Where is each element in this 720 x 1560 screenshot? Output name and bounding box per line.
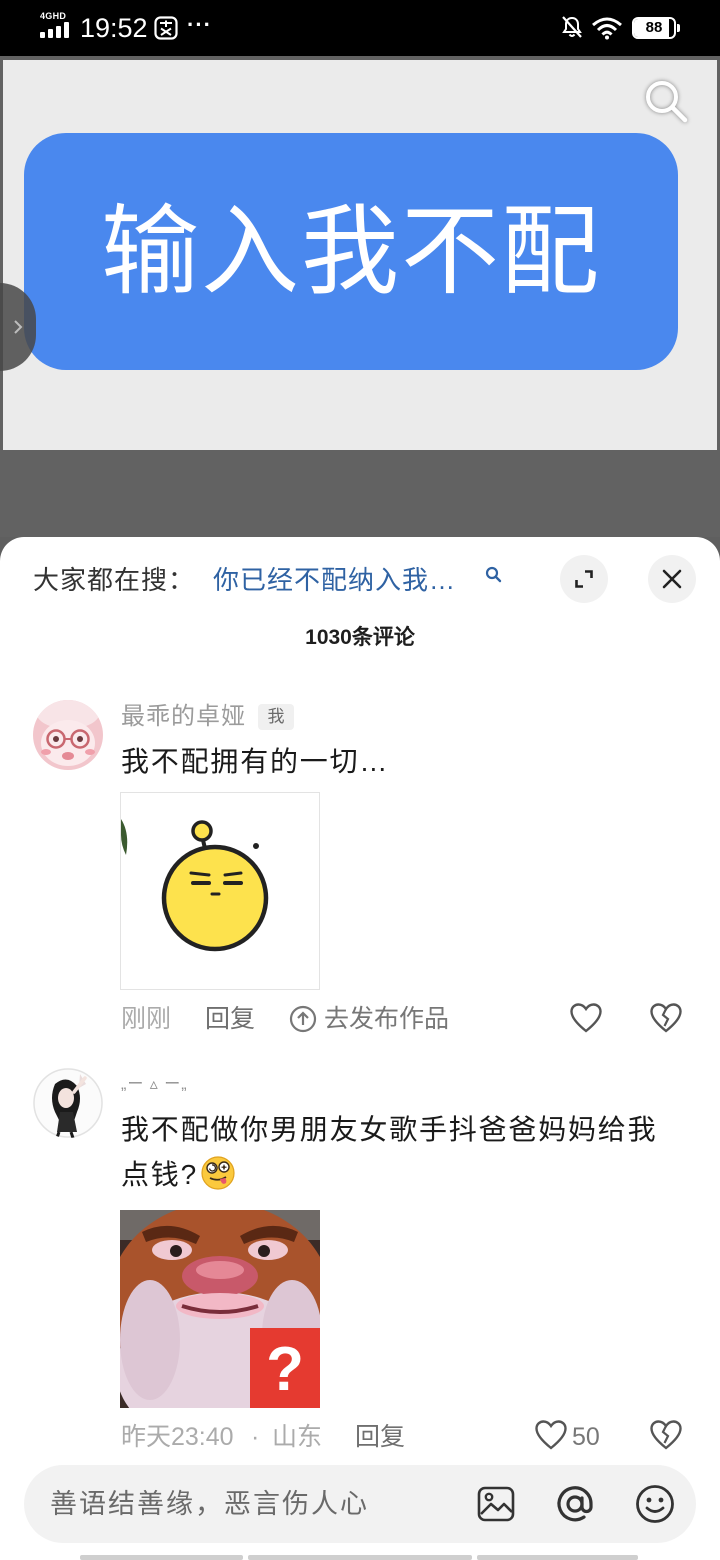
- upload-circle-icon[interactable]: [289, 1005, 317, 1033]
- meta-separator: ·: [251, 1423, 260, 1451]
- yellow-blob-emoji-icon: [121, 793, 319, 989]
- at-icon[interactable]: [555, 1484, 595, 1524]
- comment-sticker[interactable]: ?: [120, 1210, 320, 1408]
- page-indicator-segment: [248, 1555, 472, 1560]
- publish-work-button[interactable]: 去发布作品: [324, 1003, 449, 1035]
- wifi-icon: [592, 17, 622, 40]
- avatar-image: [33, 700, 103, 770]
- comment-location: 山东: [272, 1423, 323, 1451]
- video-caption-card: 输入我不配: [24, 133, 678, 370]
- expand-button[interactable]: [560, 555, 608, 603]
- smile-icon[interactable]: [635, 1484, 675, 1524]
- self-badge: 我: [258, 704, 294, 730]
- battery-indicator: 88: [632, 17, 676, 39]
- broken-heart-icon[interactable]: [649, 1419, 683, 1451]
- comment-time: 昨天23:40: [121, 1423, 234, 1451]
- trending-search-query[interactable]: 你已经不配纳入我…: [213, 565, 456, 595]
- image-icon[interactable]: [477, 1486, 515, 1522]
- broken-heart-icon[interactable]: [649, 1002, 683, 1034]
- comment-time: 刚刚: [121, 1005, 172, 1033]
- comment-author[interactable]: „ー ▵ ー„: [121, 1075, 188, 1095]
- comments-panel: 大家都在搜： 你已经不配纳入我… 1030条评论 最乖的卓娅 我 我不配拥有的一…: [0, 537, 720, 1560]
- trending-search-label: 大家都在搜：: [33, 565, 196, 595]
- heart-icon[interactable]: [569, 1002, 603, 1034]
- more-notifications: ···: [187, 12, 212, 37]
- like-count: 50: [572, 1423, 600, 1451]
- clock: 19:52: [80, 13, 148, 43]
- avatar[interactable]: [33, 1068, 103, 1138]
- avatar[interactable]: [33, 700, 103, 770]
- search-icon[interactable]: [643, 78, 689, 124]
- small-search-icon[interactable]: [485, 566, 502, 583]
- expand-icon: [575, 570, 593, 588]
- battery-percent: 88: [645, 19, 663, 36]
- close-button[interactable]: [648, 555, 696, 603]
- chevron-right-icon[interactable]: [12, 319, 24, 335]
- page-indicator-segment: [477, 1555, 638, 1560]
- bear-face-sticker: ?: [120, 1210, 320, 1408]
- app-notification-icon: [154, 16, 178, 40]
- close-icon: [662, 569, 682, 589]
- silly-face-emoji-icon: [201, 1156, 235, 1190]
- status-bar: 4GHD 19:52 ··· 88: [0, 0, 720, 56]
- comment-author[interactable]: 最乖的卓娅: [121, 703, 246, 731]
- video-player[interactable]: 输入我不配: [0, 56, 720, 537]
- network-type: 4GHD: [40, 11, 67, 21]
- video-frame: 输入我不配: [3, 60, 717, 450]
- comment-text-container: 我不配做你男朋友女歌手抖爸爸妈妈给我点钱?: [121, 1107, 671, 1197]
- avatar-image: [33, 1068, 103, 1138]
- comment-input[interactable]: [50, 1465, 470, 1543]
- comment-count: 1030条评论: [305, 626, 415, 649]
- sticker-question-mark: ?: [266, 1335, 304, 1404]
- reply-button[interactable]: 回复: [205, 1003, 255, 1035]
- video-caption-text: 输入我不配: [100, 196, 601, 306]
- comment-text: 我不配拥有的一切…: [121, 746, 390, 777]
- bell-muted-icon: [562, 16, 582, 38]
- battery-nub-icon: [677, 24, 680, 32]
- comment-input-bar: [24, 1465, 696, 1543]
- heart-icon[interactable]: [534, 1419, 568, 1451]
- reply-button[interactable]: 回复: [355, 1421, 405, 1453]
- signal-strength-icon: [40, 22, 69, 38]
- page-indicator-segment: [80, 1555, 243, 1560]
- comment-sticker[interactable]: [120, 792, 320, 990]
